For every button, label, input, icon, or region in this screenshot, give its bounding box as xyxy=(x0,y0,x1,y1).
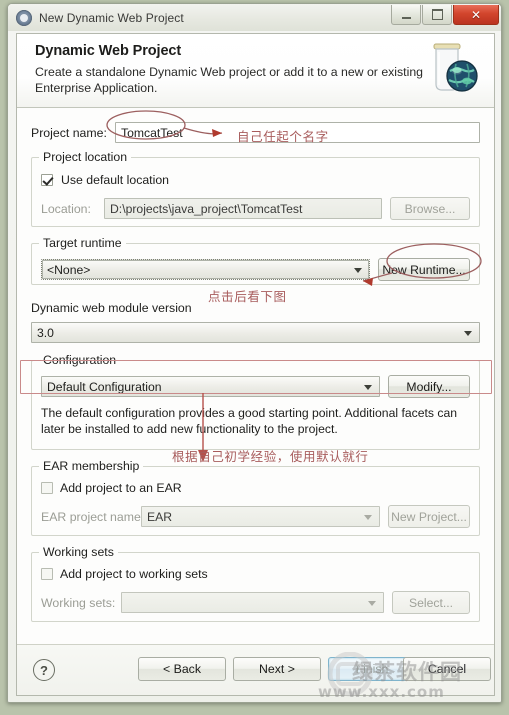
browse-button[interactable]: Browse... xyxy=(390,197,470,220)
ear-project-name-label: EAR project name: xyxy=(41,509,145,524)
working-sets-row: Working sets: Select... xyxy=(41,591,470,614)
new-runtime-button[interactable]: New Runtime... xyxy=(378,258,470,281)
configuration-group-title: Configuration xyxy=(39,353,121,367)
working-sets-combo[interactable] xyxy=(121,592,384,613)
cancel-button[interactable]: Cancel xyxy=(403,657,491,681)
dialog-window: New Dynamic Web Project ✕ Dynamic Web Pr… xyxy=(7,3,502,703)
wizard-content: Project name: TomcatTest Project locatio… xyxy=(17,108,494,622)
chevron-down-icon xyxy=(364,514,372,520)
use-default-location-checkbox[interactable] xyxy=(41,174,53,186)
ear-membership-group-title: EAR membership xyxy=(39,459,144,473)
add-to-working-sets-row[interactable]: Add project to working sets xyxy=(41,567,470,581)
annotation-target-runtime: 点击后看下图 xyxy=(208,289,287,304)
next-button[interactable]: Next > xyxy=(233,657,321,681)
location-label: Location: xyxy=(41,201,91,216)
working-sets-group: Working sets Add project to working sets… xyxy=(31,545,480,622)
chevron-down-icon xyxy=(464,330,472,336)
close-button[interactable]: ✕ xyxy=(453,5,499,25)
new-project-button[interactable]: New Project... xyxy=(388,505,470,528)
ear-project-name-combo[interactable]: EAR xyxy=(141,506,380,527)
target-runtime-row: <None> New Runtime... xyxy=(41,258,470,281)
configuration-value: Default Configuration xyxy=(47,379,162,394)
project-name-label: Project name: xyxy=(31,125,107,140)
add-to-ear-row[interactable]: Add project to an EAR xyxy=(41,481,470,495)
target-runtime-value: <None> xyxy=(47,262,91,277)
ear-project-name-row: EAR project name: EAR New Project... xyxy=(41,505,470,528)
add-to-working-sets-checkbox[interactable] xyxy=(41,568,53,580)
configuration-description: The default configuration provides a goo… xyxy=(41,406,457,436)
select-button[interactable]: Select... xyxy=(392,591,470,614)
module-version-section: Dynamic web module version 3.0 xyxy=(31,301,480,343)
add-to-ear-checkbox[interactable] xyxy=(41,482,53,494)
ear-project-name-value: EAR xyxy=(147,509,173,524)
configuration-row: Default Configuration Modify... xyxy=(41,375,470,398)
working-sets-label: Working sets: xyxy=(41,595,116,610)
jar-globe-icon xyxy=(426,40,484,100)
configuration-group: Configuration Default Configuration Modi… xyxy=(31,353,480,450)
configuration-combo[interactable]: Default Configuration xyxy=(41,376,380,397)
modify-button[interactable]: Modify... xyxy=(388,375,470,398)
annotation-ear-membership: 根据自己初学经验，使用默认就行 xyxy=(172,449,369,464)
target-runtime-group: Target runtime <None> New Runtime... xyxy=(31,236,480,285)
close-icon: ✕ xyxy=(470,7,482,22)
chevron-down-icon xyxy=(364,384,372,390)
target-runtime-combo[interactable]: <None> xyxy=(41,259,370,280)
page-title: Dynamic Web Project xyxy=(35,43,182,59)
eclipse-wizard-icon xyxy=(16,9,32,26)
module-version-value: 3.0 xyxy=(37,325,54,340)
use-default-location-row[interactable]: Use default location xyxy=(41,173,470,187)
chevron-down-icon xyxy=(368,600,376,606)
working-sets-group-title: Working sets xyxy=(39,545,118,559)
maximize-button[interactable] xyxy=(422,5,452,25)
wizard-banner: Dynamic Web Project Create a standalone … xyxy=(17,34,494,108)
ear-membership-group: EAR membership Add project to an EAR EAR… xyxy=(31,459,480,536)
target-runtime-group-title: Target runtime xyxy=(39,236,126,250)
location-row: Location: D:\projects\java_project\Tomca… xyxy=(41,197,470,220)
page-description: Create a standalone Dynamic Web project … xyxy=(35,65,424,95)
back-button[interactable]: < Back xyxy=(138,657,226,681)
minimize-button[interactable] xyxy=(391,5,421,25)
add-to-ear-label: Add project to an EAR xyxy=(60,481,182,495)
location-input[interactable]: D:\projects\java_project\TomcatTest xyxy=(104,198,382,219)
module-version-combo[interactable]: 3.0 xyxy=(31,322,480,343)
dialog-button-bar: ? < Back Next > Finish Cancel xyxy=(17,644,494,695)
add-to-working-sets-label: Add project to working sets xyxy=(60,567,208,581)
project-location-group-title: Project location xyxy=(39,150,132,164)
title-bar[interactable]: New Dynamic Web Project ✕ xyxy=(8,4,501,31)
chevron-down-icon xyxy=(354,267,362,273)
use-default-location-label: Use default location xyxy=(61,173,170,187)
window-title: New Dynamic Web Project xyxy=(39,10,184,25)
project-location-group: Project location Use default location Lo… xyxy=(31,150,480,227)
annotation-project-name: 自己任起个名字 xyxy=(237,129,329,144)
window-controls: ✕ xyxy=(390,5,499,25)
help-button[interactable]: ? xyxy=(33,659,55,681)
